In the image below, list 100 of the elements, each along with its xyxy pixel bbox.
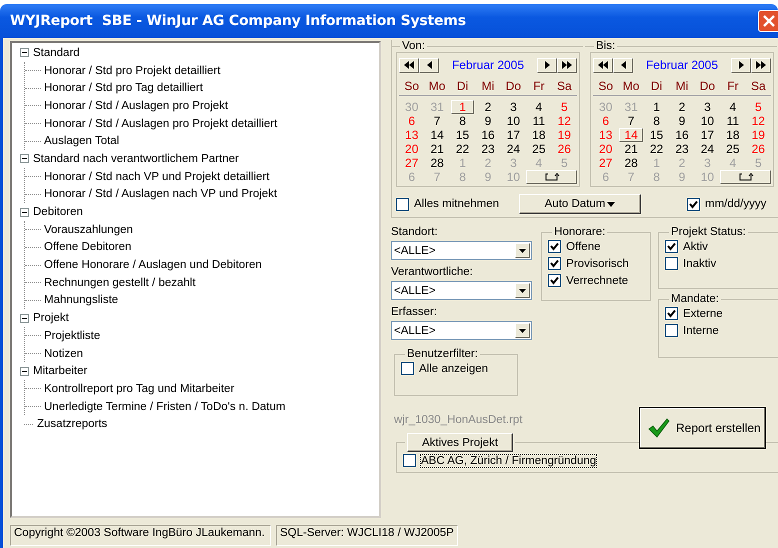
tree-item[interactable]: Kontrollreport pro Tag und Mitarbeiter — [44, 382, 234, 395]
calendar-day[interactable]: 15 — [450, 128, 476, 142]
weekday-label: Sa — [750, 79, 767, 93]
calendar-day[interactable]: 11 — [526, 114, 552, 128]
calendar-day[interactable]: 24 — [694, 142, 720, 156]
tree-item[interactable]: Honorar / Std nach VP und Projekt detailliert — [44, 170, 270, 183]
calendar-day[interactable]: 1 — [644, 100, 670, 114]
checkbox-label: Alles mitnehmen — [414, 198, 500, 210]
checkbox[interactable] — [665, 307, 678, 320]
tree-item[interactable]: Honorar / Std / Auslagen pro Projekt — [44, 100, 228, 112]
calendar-day[interactable]: 16 — [475, 128, 501, 142]
checkbox[interactable] — [396, 198, 409, 210]
calendar-day[interactable]: 7 — [618, 114, 644, 128]
calendar-day[interactable]: 10 — [694, 114, 720, 128]
calendar-day[interactable]: 25 — [720, 142, 746, 156]
dropdown[interactable]: <ALLE> — [391, 241, 532, 260]
calendar-day[interactable]: 21 — [424, 142, 450, 156]
calendar-day[interactable]: 28 — [424, 156, 450, 170]
tree-item[interactable]: Honorar / Std / Auslagen nach VP und Projekt — [44, 188, 278, 200]
calendar-day[interactable]: 3 — [694, 100, 720, 114]
checkbox[interactable] — [665, 257, 678, 270]
calendar-day[interactable]: 4 — [526, 100, 552, 114]
next-year-button[interactable] — [751, 58, 771, 72]
checkbox-label: Offene — [566, 240, 600, 252]
calendar-day[interactable]: 4 — [720, 100, 746, 114]
calendar-day[interactable]: 16 — [669, 128, 695, 142]
calendar-day[interactable]: 2 — [669, 100, 695, 114]
calendar-day[interactable]: 28 — [618, 156, 644, 170]
active-project-button[interactable]: Aktives Projekt — [407, 433, 513, 452]
tree-item[interactable]: Auslagen Total — [44, 135, 120, 148]
auto-date-button[interactable]: Auto Datum — [519, 194, 642, 214]
calendar-day[interactable]: 17 — [500, 128, 526, 142]
collapse-icon[interactable] — [20, 154, 29, 164]
tree-item[interactable]: Unerledigte Termine / Fristen / ToDo's n. Datum — [44, 400, 286, 413]
tree-item[interactable]: Honorar / Std / Auslagen pro Projekt detailliert — [44, 118, 278, 130]
checkbox[interactable] — [403, 454, 416, 467]
dropdown[interactable]: <ALLE> — [391, 321, 532, 340]
tree-item[interactable]: Debitoren — [33, 206, 83, 218]
calendar-day[interactable]: 9 — [669, 114, 695, 128]
tree-item[interactable]: Notizen — [44, 348, 83, 360]
tree-item[interactable]: Standard nach verantwortlichem Partner — [33, 152, 239, 165]
calendar-day[interactable]: 8 — [450, 114, 476, 128]
collapse-icon[interactable] — [20, 48, 29, 58]
previous-month-button[interactable] — [419, 58, 439, 72]
calendar-day[interactable]: 25 — [526, 142, 552, 156]
collapse-icon[interactable] — [20, 314, 29, 323]
calendar-day[interactable]: 10 — [500, 114, 526, 128]
checkbox[interactable] — [687, 198, 700, 210]
calendar-day[interactable]: 21 — [618, 142, 644, 156]
calendar-day[interactable]: 7 — [424, 114, 450, 128]
calendar-day[interactable]: 3 — [500, 100, 526, 114]
next-month-button[interactable] — [537, 58, 557, 72]
tree-item[interactable]: Offene Debitoren — [44, 241, 132, 254]
checkbox[interactable] — [665, 324, 678, 337]
collapse-icon[interactable] — [20, 208, 29, 217]
previous-month-button[interactable] — [613, 58, 633, 72]
calendar-day[interactable]: 2 — [475, 100, 501, 114]
today-button[interactable] — [720, 170, 771, 184]
calendar-day[interactable]: 17 — [694, 128, 720, 142]
collapse-icon[interactable] — [20, 366, 29, 376]
calendar-day[interactable]: 22 — [644, 142, 670, 156]
tree-item[interactable]: Zusatzreports — [37, 418, 108, 430]
tree-item[interactable]: Projekt — [33, 312, 69, 324]
checkbox[interactable] — [401, 362, 414, 375]
checkbox[interactable] — [548, 274, 562, 287]
close-button[interactable] — [758, 10, 778, 32]
checkbox-label: Verrechnete — [566, 274, 628, 286]
calendar-day[interactable]: 18 — [720, 128, 746, 142]
tree-item[interactable]: Standard — [33, 46, 80, 59]
dropdown[interactable]: <ALLE> — [391, 281, 532, 300]
right-arrow-icon — [544, 61, 550, 69]
calendar-day[interactable]: 11 — [720, 114, 746, 128]
checkbox[interactable] — [548, 257, 562, 270]
tree-item[interactable]: Vorauszahlungen — [44, 224, 133, 236]
calendar-day[interactable]: 23 — [475, 142, 501, 156]
next-year-button[interactable] — [557, 58, 577, 72]
tree-item[interactable]: Honorar / Std pro Projekt detailliert — [44, 64, 220, 77]
calendar-day[interactable]: 24 — [500, 142, 526, 156]
calendar-day[interactable]: 22 — [450, 142, 476, 156]
tree-item[interactable]: Mitarbeiter — [33, 365, 88, 378]
return-arrow-icon — [544, 172, 560, 182]
tree-item[interactable]: Mahnungsliste — [44, 294, 118, 306]
next-month-button[interactable] — [731, 58, 751, 72]
previous-year-button[interactable] — [593, 58, 613, 72]
calendar-day[interactable]: 18 — [526, 128, 552, 142]
checkbox[interactable] — [548, 240, 562, 253]
calendar-day[interactable]: 14 — [424, 128, 450, 142]
weekday-label: Mo — [622, 79, 640, 93]
today-button[interactable] — [526, 170, 577, 184]
calendar-day[interactable]: 23 — [669, 142, 695, 156]
tree-item[interactable]: Honorar / Std pro Tag detailliert — [44, 82, 203, 94]
tree-item[interactable]: Projektliste — [44, 330, 100, 342]
previous-year-button[interactable] — [399, 58, 419, 72]
calendar-day[interactable]: 8 — [644, 114, 670, 128]
tree-item[interactable]: Offene Honorare / Auslagen und Debitoren — [44, 259, 262, 272]
tree-item[interactable]: Rechnungen gestellt / bezahlt — [44, 276, 196, 289]
create-report-button[interactable]: Report erstellen — [639, 407, 766, 449]
calendar-day[interactable]: 9 — [475, 114, 501, 128]
checkbox[interactable] — [665, 240, 678, 253]
calendar-day[interactable]: 15 — [644, 128, 670, 142]
